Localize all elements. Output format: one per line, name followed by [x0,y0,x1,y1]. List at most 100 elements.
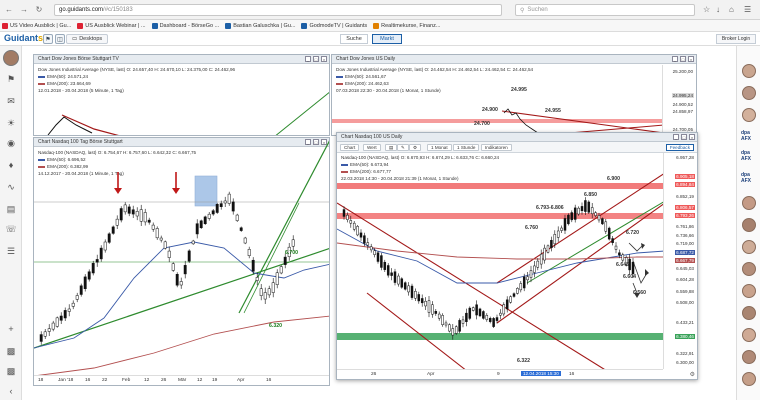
url-host: go.guidants.com [59,7,104,13]
dpa-afx-logo[interactable]: dpa AFX [741,130,757,142]
market-button[interactable]: Markt [372,34,402,44]
expert-avatar[interactable] [742,218,756,232]
expert-avatar[interactable] [742,64,756,78]
candle-body [403,282,407,290]
bookmark-item[interactable]: US Ausblick Webinar | ... [77,22,146,29]
dpa-afx-logo[interactable]: dpa AFX [741,172,757,184]
inbox-icon[interactable]: ✉ [4,94,18,108]
collapse-icon[interactable]: ‹ [4,384,18,398]
expert-avatar[interactable] [742,372,756,386]
candle-body [83,276,87,289]
search-icon: ⚲ [520,7,525,14]
uptrend-line [275,91,329,135]
expert-avatar[interactable] [742,86,756,100]
candle-body [71,302,75,307]
close-icon[interactable]: × [689,134,695,140]
monitor-icon: ▭ [72,36,78,42]
broker-login-button[interactable]: Broker Login [716,34,756,44]
date-label: 9 [497,372,500,377]
candle-body [509,296,512,303]
lock-icon[interactable]: ◫ [55,34,65,44]
address-bar[interactable]: go.guidants.com/#c/150183 [54,4,502,16]
bookmark-item[interactable]: Realtimekurse, Finanz... [373,22,440,29]
expert-avatar[interactable] [742,196,756,210]
candle-body [211,210,215,215]
home-icon[interactable]: ⌂ [729,5,734,14]
phone-icon[interactable]: ☏ [4,222,18,236]
expert-avatar[interactable] [742,284,756,298]
price-scale[interactable]: 6.957,28 6.905,18 6.894,84 6.852,19 6.80… [663,153,697,369]
candle-body [167,250,171,258]
folder-icon[interactable]: ▩ [4,344,18,358]
candle-body [59,315,63,321]
browser-search-input[interactable]: ⚲ Suchen [515,4,695,16]
candle-body [151,224,155,230]
expert-avatar[interactable] [742,240,756,254]
chart-window-dow-us[interactable]: Chart Dow Jones US Daily _ □ × Dow Jones I… [331,54,697,136]
minimize-icon[interactable]: _ [673,134,679,140]
date-label: Feb [122,378,131,383]
feedback-button[interactable]: Feedback [665,144,694,151]
bookmark-item[interactable]: Dashboard - BörseGo ... [151,22,220,29]
expert-avatar[interactable] [742,108,756,122]
search-button[interactable]: Suche [340,34,368,44]
url-path: /#c/150183 [103,7,133,13]
candle-body [376,252,380,262]
tag-icon[interactable]: ♦ [4,158,18,172]
candle-body [267,288,271,296]
candle-body [400,278,404,288]
candle-body [223,200,227,204]
dow-stuttgart-plot[interactable] [34,55,330,136]
maximize-icon[interactable]: □ [681,134,687,140]
bookmark-item[interactable]: GodmodeTV | Guidants [301,22,367,29]
chart-window-dow-stuttgart[interactable]: Chart Dow Jones Börse Stuttgart TV _ □ × D… [33,54,330,136]
date-label: 12 [144,378,150,383]
star-icon[interactable]: ☆ [703,5,710,14]
chart-window-nasdaq-us[interactable]: Chart Nasdaq 100 US Daily _ □ × Chart Wert… [336,132,698,380]
chart-settings-icon[interactable]: ⚙ [690,371,695,378]
flag-icon[interactable]: ⚑ [4,72,18,86]
dpa-afx-logo[interactable]: dpa AFX [741,150,757,162]
candle-body [482,311,485,319]
nasdaq-stuttgart-plot[interactable] [34,138,330,386]
nasdaq-us-plot[interactable] [337,133,665,371]
eye-icon[interactable]: ◉ [4,136,18,150]
expert-avatar[interactable] [742,262,756,276]
candle-body [352,222,356,230]
candle-body [492,318,495,327]
expert-avatar[interactable] [742,350,756,364]
candle-body [526,276,529,281]
bookmark-label: Bastian Galuschka | Gu... [233,22,296,29]
bookmark-item[interactable]: US Video Ausblick | Gu... [2,22,71,29]
menu-icon[interactable]: ☰ [744,5,751,14]
list-icon[interactable]: ☰ [4,244,18,258]
dow-us-plot[interactable] [332,55,697,136]
level-label: 6.793-6.806 [536,205,564,211]
desktops-button[interactable]: ▭ Desktops [66,34,109,44]
user-avatar[interactable] [3,50,19,66]
download-icon[interactable]: ↓ [716,5,720,14]
chart-window-nasdaq-stuttgart[interactable]: Chart Nasdaq 100 Tag Börse Stuttgart _ □ ×… [33,137,330,386]
bookmark-item[interactable]: Bastian Galuschka | Gu... [225,22,296,29]
watchlist-icon[interactable]: ☀ [4,116,18,130]
folder-icon[interactable]: ▩ [4,364,18,378]
expert-avatar[interactable] [742,328,756,342]
candle-body [75,295,79,300]
bookmark-label: Dashboard - BörseGo ... [159,22,220,29]
candle-body [573,207,577,220]
bookmark-icon[interactable]: ⚑ [43,34,53,44]
add-icon[interactable]: + [4,322,18,336]
candle-body [488,318,492,322]
reload-icon[interactable]: ↻ [33,4,45,16]
back-icon[interactable]: ← [3,4,15,16]
price-scale[interactable]: 25.200,00 24.995,24 24.900,52 24.858,97 … [662,65,696,135]
price-line [47,116,93,135]
price-label: 24.900,52 [672,102,693,107]
candle-body [458,320,461,332]
candle-body [410,285,414,298]
document-icon[interactable]: ▤ [4,202,18,216]
guidants-logo[interactable]: Guidants [4,33,43,43]
forward-icon[interactable]: → [18,4,30,16]
expert-avatar[interactable] [742,306,756,320]
chart-line-icon[interactable]: ∿ [4,180,18,194]
